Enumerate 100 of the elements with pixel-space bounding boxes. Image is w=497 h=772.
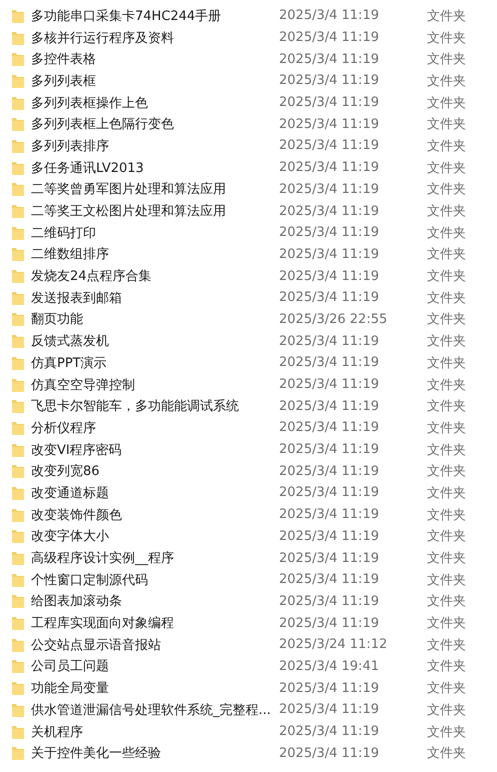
file-type: 文件夹: [427, 572, 466, 589]
file-name[interactable]: 高级程序设计实例__程序: [31, 549, 279, 568]
file-name[interactable]: 二维数组排序: [31, 245, 279, 264]
file-type: 文件夹: [427, 181, 466, 198]
folder-icon: [11, 94, 25, 111]
modified-date: 2025/3/4 11:19: [279, 724, 380, 740]
folder-icon: [11, 333, 25, 350]
file-name[interactable]: 供水管道泄漏信号处理软件系统_完整程...: [31, 700, 279, 719]
modified-date: 2025/3/4 11:19: [279, 116, 380, 132]
folder-icon: [11, 593, 25, 610]
file-type: 文件夹: [427, 593, 466, 610]
file-name[interactable]: 翻页功能: [31, 310, 279, 328]
file-type: 文件夹: [427, 72, 466, 90]
file-name[interactable]: 改变通道标题: [31, 484, 279, 502]
modified-date: 2025/3/4 11:19: [279, 290, 380, 306]
modified-date: 2025/3/4 11:19: [279, 594, 380, 609]
modified-date: 2025/3/4 11:19: [279, 680, 380, 696]
folder-icon: [11, 463, 25, 480]
file-name[interactable]: 二等奖王文松图片处理和算法应用: [31, 202, 279, 220]
file-name[interactable]: 分析仪程序: [31, 418, 279, 437]
modified-date: 2025/3/4 11:19: [279, 355, 380, 370]
folder-icon: [11, 636, 25, 653]
file-name[interactable]: 公司员工问题: [31, 657, 279, 676]
file-name[interactable]: 二等奖曾勇军图片处理和算法应用: [31, 180, 279, 198]
file-name[interactable]: 个性窗口定制源代码: [31, 570, 279, 589]
file-type: 文件夹: [427, 420, 466, 437]
modified-date: 2025/3/4 11:19: [279, 225, 380, 240]
folder-icon: [11, 138, 25, 154]
file-name[interactable]: 关于控件美化一些经验: [31, 744, 279, 762]
file-type: 文件夹: [427, 528, 466, 546]
modified-date: 2025/3/4 11:19: [279, 246, 380, 262]
file-name[interactable]: 关机程序: [31, 722, 279, 741]
modified-date: 2025/3/4 11:19: [279, 160, 380, 176]
modified-date: 2025/3/26 22:55: [279, 312, 388, 327]
file-name[interactable]: 仿真空空导弹控制: [31, 376, 279, 394]
modified-date: 2025/3/4 11:19: [279, 616, 380, 631]
folder-icon: [11, 181, 25, 198]
file-type: 文件夹: [427, 550, 466, 568]
modified-date: 2025/3/4 11:19: [279, 442, 380, 458]
file-type: 文件夹: [427, 116, 466, 134]
file-type: 文件夹: [427, 702, 466, 719]
modified-date: 2025/3/4 19:41: [279, 658, 380, 674]
folder-icon: [11, 442, 25, 458]
folder-icon: [11, 420, 25, 436]
file-name[interactable]: 二维码打印: [31, 224, 279, 242]
modified-date: 2025/3/4 11:19: [279, 204, 380, 219]
modified-date: 2025/3/4 11:19: [279, 485, 380, 500]
file-type: 文件夹: [427, 290, 466, 307]
file-type: 文件夹: [427, 94, 466, 112]
folder-icon: [11, 528, 25, 544]
folder-icon: [11, 290, 25, 306]
folder-icon: [11, 745, 25, 762]
folder-icon: [11, 51, 25, 68]
modified-date: 2025/3/4 11:19: [279, 746, 380, 761]
modified-date: 2025/3/4 11:19: [279, 182, 380, 197]
file-name[interactable]: 功能全局变量: [31, 679, 279, 698]
file-name[interactable]: 多列列表排序: [31, 136, 279, 155]
file-type: 文件夹: [427, 8, 466, 25]
folder-icon: [11, 268, 25, 284]
folder-icon: [11, 506, 25, 523]
file-name[interactable]: 多控件表格: [31, 50, 279, 68]
file-type: 文件夹: [427, 203, 466, 220]
folder-icon: [11, 246, 25, 262]
file-name[interactable]: 公交站点显示语音报站: [31, 636, 279, 654]
file-name[interactable]: 给图表加滚动条: [31, 592, 279, 610]
modified-date: 2025/3/4 11:19: [279, 95, 380, 110]
folder-icon: [11, 572, 25, 588]
file-type: 文件夹: [427, 463, 466, 480]
file-name[interactable]: 改变字体大小: [31, 527, 279, 546]
folder-icon: [11, 203, 25, 220]
file-name[interactable]: 工程库实现面向对象编程: [31, 614, 279, 632]
file-name[interactable]: 飞思卡尔智能车，多功能能调试系统: [31, 397, 279, 416]
file-type: 文件夹: [427, 680, 466, 698]
folder-icon: [11, 72, 25, 89]
file-type: 文件夹: [427, 442, 466, 459]
folder-icon: [11, 702, 25, 718]
file-name[interactable]: 多列列表框: [31, 72, 279, 90]
file-type: 文件夹: [427, 354, 466, 372]
file-type: 文件夹: [427, 224, 466, 242]
file-type: 文件夹: [427, 333, 466, 350]
file-type: 文件夹: [427, 506, 466, 524]
file-name[interactable]: 改变装饰件颜色: [31, 506, 279, 524]
file-name[interactable]: 改变VI程序密码: [31, 440, 279, 459]
modified-date: 2025/3/4 11:19: [279, 528, 380, 544]
folder-icon: [11, 116, 25, 132]
file-name[interactable]: 多列列表框操作上色: [31, 94, 279, 112]
modified-date: 2025/3/4 11:19: [279, 572, 380, 588]
file-name[interactable]: 多功能串口采集卡74HC244手册: [31, 6, 279, 25]
file-name[interactable]: 发烧友24点程序合集: [31, 267, 279, 286]
modified-date: 2025/3/4 11:19: [279, 377, 380, 392]
file-name[interactable]: 改变列宽86: [31, 462, 279, 480]
file-type: 文件夹: [427, 724, 466, 741]
folder-icon: [11, 8, 25, 24]
file-name[interactable]: 发送报表到邮箱: [31, 288, 279, 307]
file-name[interactable]: 多列列表框上色隔行变色: [31, 115, 279, 134]
file-name[interactable]: 多任务通讯LV2013: [31, 158, 279, 177]
file-name[interactable]: 多核并行运行程序及资料: [31, 28, 279, 47]
file-name[interactable]: 仿真PPT演示: [31, 354, 279, 372]
file-name[interactable]: 反馈式蒸发机: [31, 332, 279, 350]
modified-date: 2025/3/4 11:19: [279, 8, 380, 24]
